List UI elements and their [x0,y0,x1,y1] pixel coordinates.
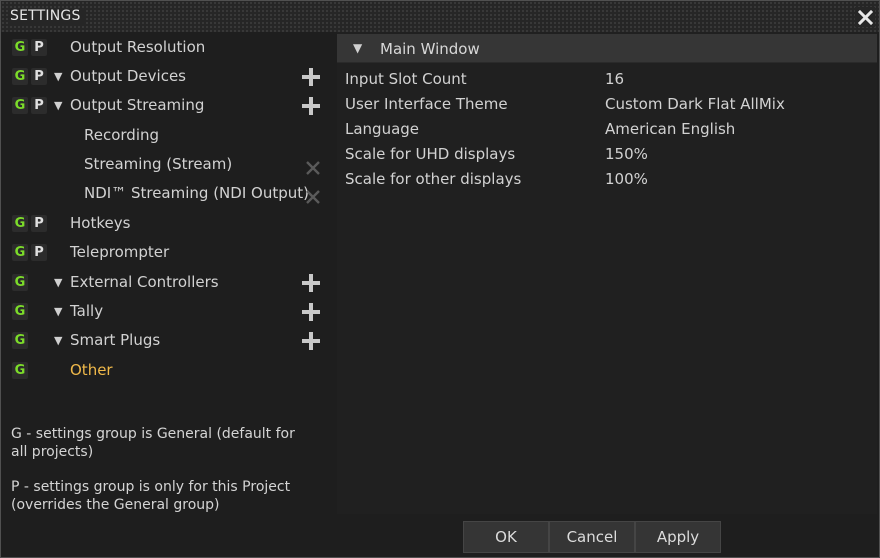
project-badge[interactable]: P [31,244,47,261]
property-value[interactable]: 150% [605,142,648,167]
tree-item-label: Tally [70,302,104,320]
plus-icon[interactable] [302,274,320,292]
tree-item-output-devices[interactable]: G P ▼ Output Devices [1,62,333,91]
property-value[interactable]: 16 [605,67,624,92]
settings-tree: G P Output Resolution G P ▼ Output Devic… [1,32,333,557]
project-badge[interactable]: P [31,215,47,232]
tree-item-label: Smart Plugs [70,331,161,349]
tree-item-label: Hotkeys [70,214,131,232]
tree-item-smart-plugs[interactable]: G ▼ Smart Plugs [1,326,333,355]
tree-item-teleprompter[interactable]: G P Teleprompter [1,238,333,267]
tree-item-external-controllers[interactable]: G ▼ External Controllers [1,268,333,297]
plus-icon[interactable] [302,68,320,86]
tree-item-label: Teleprompter [70,243,170,261]
legend-project: P - settings group is only for this Proj… [11,479,291,513]
general-badge[interactable]: G [12,303,28,320]
property-name: Scale for other displays [345,170,522,188]
general-badge[interactable]: G [12,215,28,232]
property-name: User Interface Theme [345,95,508,113]
property-row[interactable]: User Interface Theme Custom Dark Flat Al… [337,92,877,117]
tree-item-tally[interactable]: G ▼ Tally [1,297,333,326]
cancel-button[interactable]: Cancel [549,521,635,553]
project-badge[interactable]: P [31,97,47,114]
section-title: Main Window [380,40,480,58]
title-bar[interactable]: SETTINGS [1,1,879,32]
tree-item-label: Output Streaming [70,96,205,114]
tree-item-label: NDI™ Streaming (NDI Output) [84,184,309,202]
property-name: Scale for UHD displays [345,145,516,163]
property-row[interactable]: Language American English [337,117,877,142]
x-icon[interactable] [305,186,321,204]
triangle-down-icon[interactable]: ▼ [54,62,62,91]
tree-item-other[interactable]: G Other [1,356,333,385]
close-icon[interactable] [855,7,875,27]
legend-general: G - settings group is General (default f… [11,426,295,460]
tree-item-hotkeys[interactable]: G P Hotkeys [1,209,333,238]
plus-icon[interactable] [302,332,320,350]
triangle-down-icon[interactable]: ▼ [54,326,62,355]
property-row[interactable]: Input Slot Count 16 [337,67,877,92]
properties-panel: ▼ Main Window Input Slot Count 16 User I… [337,32,877,514]
general-badge[interactable]: G [12,68,28,85]
property-name: Input Slot Count [345,70,467,88]
project-badge[interactable]: P [31,68,47,85]
property-value[interactable]: 100% [605,167,648,192]
tree-item-label: Output Devices [70,67,186,85]
apply-button[interactable]: Apply [635,521,721,553]
general-badge[interactable]: G [12,39,28,56]
tree-item-label: External Controllers [70,273,219,291]
triangle-down-icon[interactable]: ▼ [54,91,62,120]
ok-button[interactable]: OK [463,521,549,553]
property-row[interactable]: Scale for UHD displays 150% [337,142,877,167]
window-title: SETTINGS [10,8,85,24]
settings-window: SETTINGS G P Output Resolution G P ▼ Out… [0,0,880,558]
triangle-down-icon[interactable]: ▼ [54,297,62,326]
triangle-down-icon[interactable]: ▼ [353,41,362,55]
property-value[interactable]: American English [605,117,735,142]
general-badge[interactable]: G [12,97,28,114]
tree-item-output-resolution[interactable]: G P Output Resolution [1,33,333,62]
x-icon[interactable] [305,157,321,175]
section-header[interactable]: ▼ Main Window [337,34,877,63]
triangle-down-icon[interactable]: ▼ [54,268,62,297]
tree-item-label: Output Resolution [70,38,206,56]
general-badge[interactable]: G [12,362,28,379]
plus-icon[interactable] [302,97,320,115]
property-name: Language [345,120,420,138]
general-badge[interactable]: G [12,274,28,291]
tree-item-label: Other [70,361,113,379]
dialog-footer: OK Cancel Apply [333,514,879,557]
property-value[interactable]: Custom Dark Flat AllMix [605,92,785,117]
tree-item-label: Streaming (Stream) [84,155,233,173]
plus-icon[interactable] [302,303,320,321]
general-badge[interactable]: G [12,244,28,261]
tree-item-output-streaming[interactable]: G P ▼ Output Streaming [1,91,333,120]
general-badge[interactable]: G [12,332,28,349]
tree-item-label: Recording [84,126,160,144]
project-badge[interactable]: P [31,39,47,56]
tree-item-streaming-stream[interactable]: Streaming (Stream) [1,150,333,179]
property-row[interactable]: Scale for other displays 100% [337,167,877,192]
tree-item-ndi-streaming[interactable]: NDI™ Streaming (NDI Output) [1,179,333,208]
tree-item-recording[interactable]: Recording [1,121,333,150]
